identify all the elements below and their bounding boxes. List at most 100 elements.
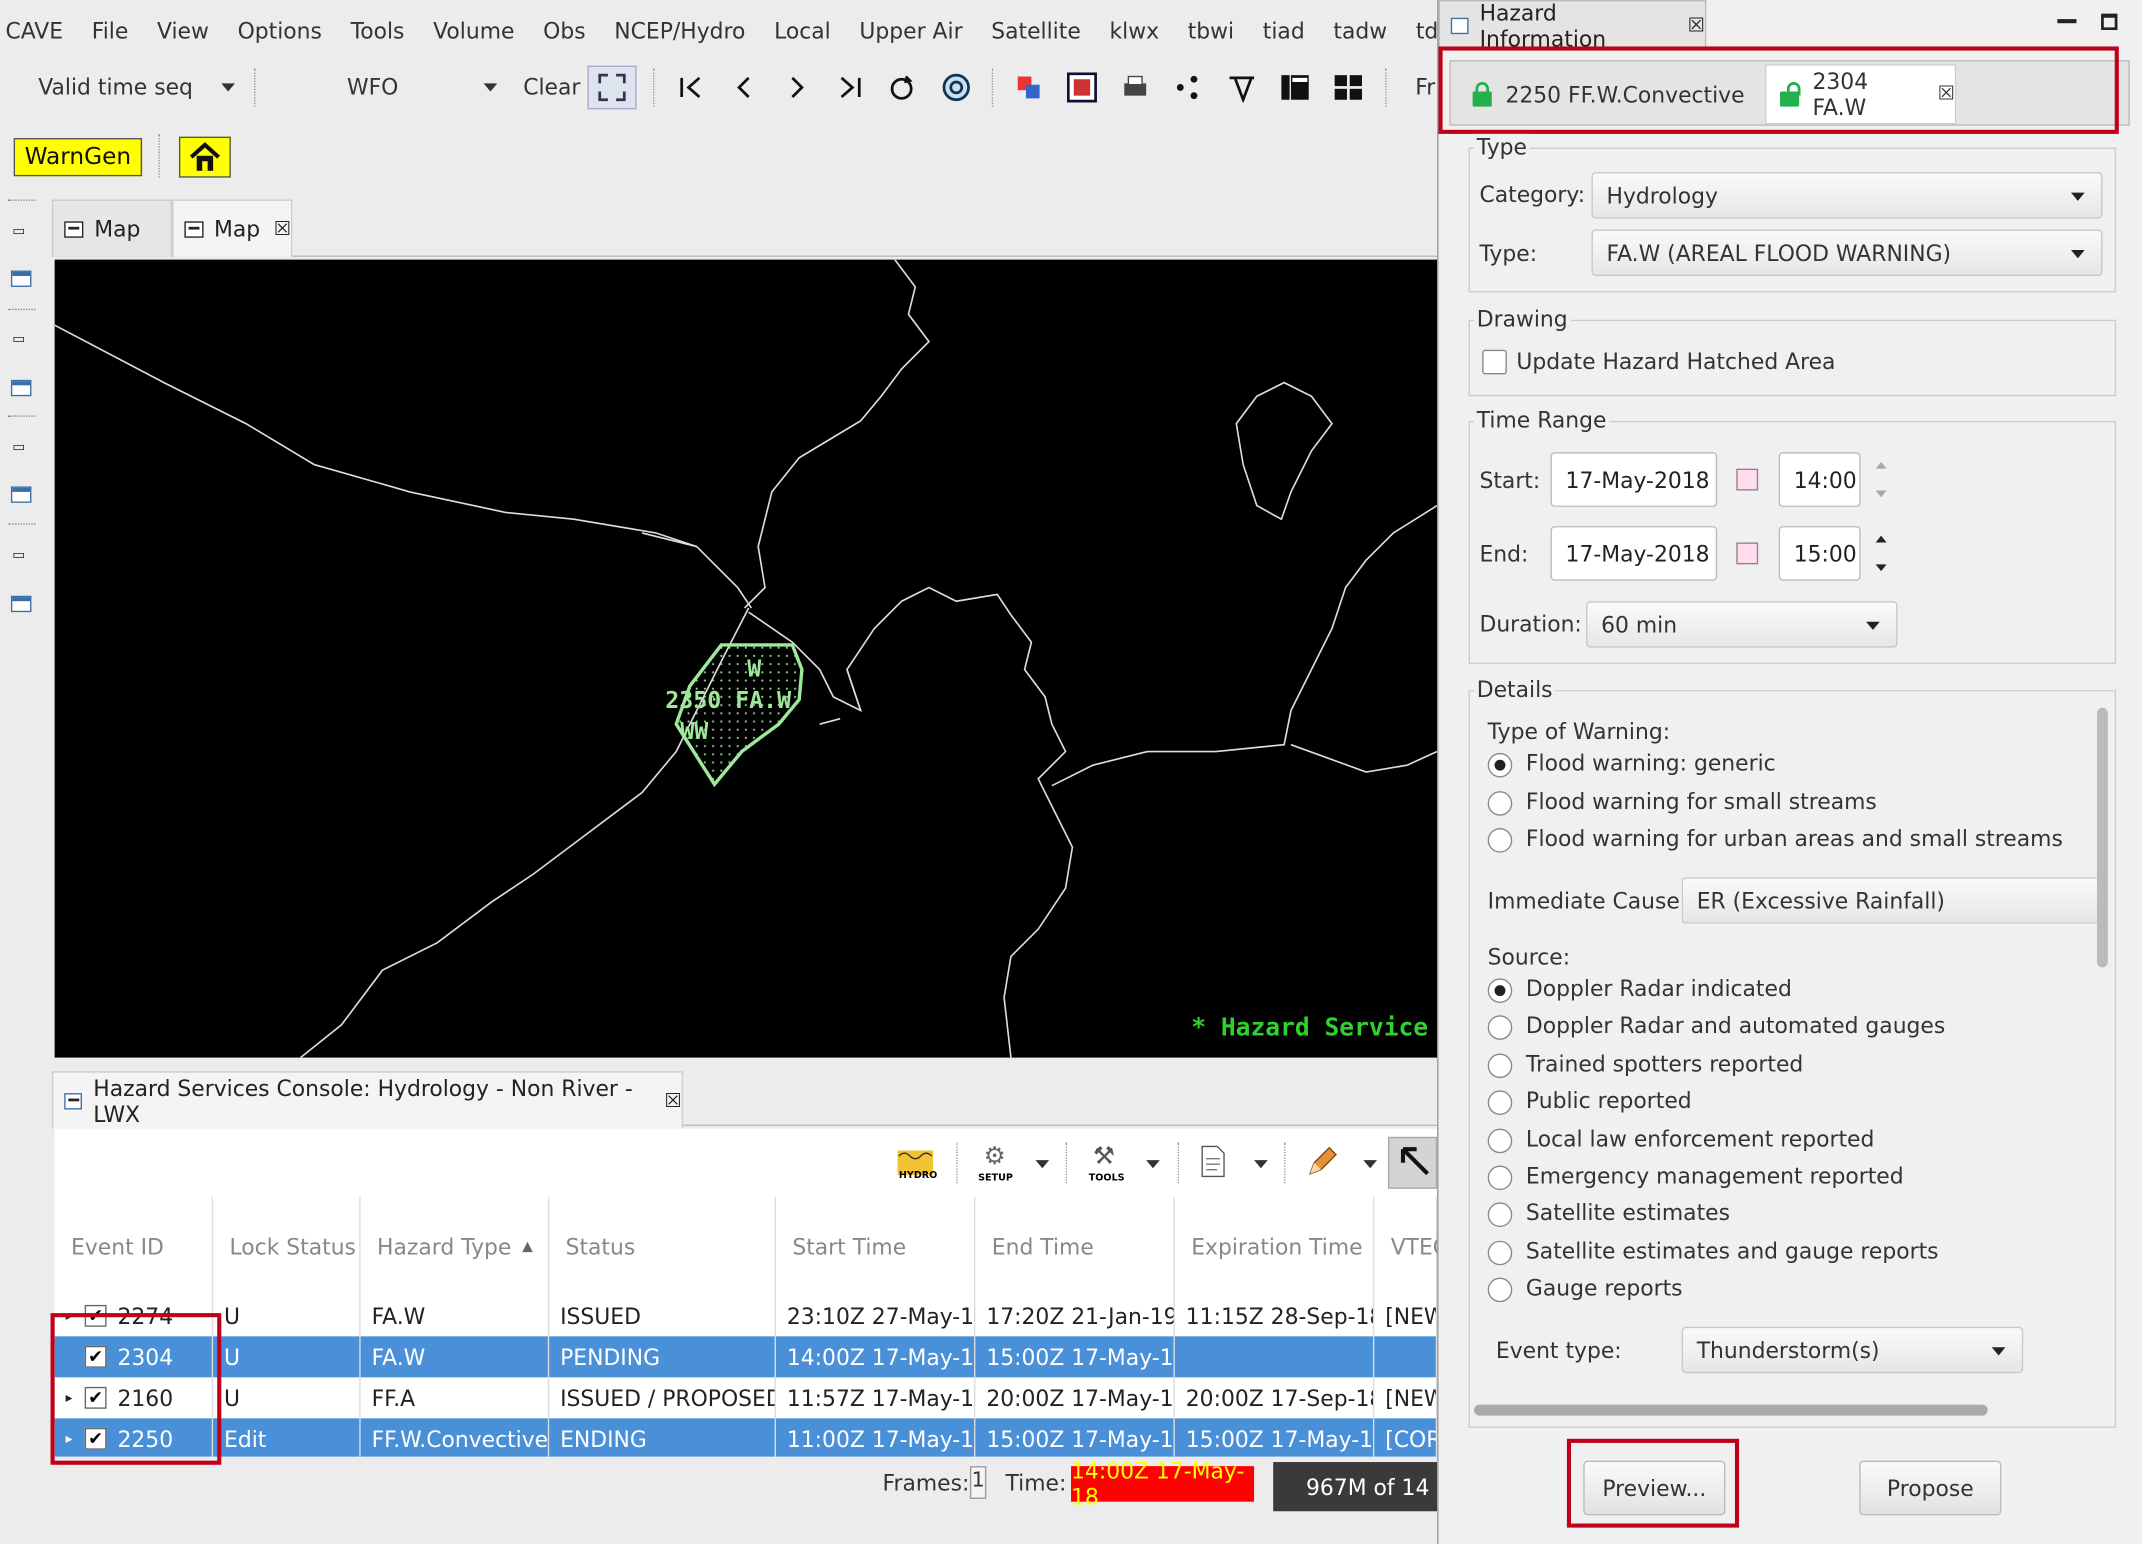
immediate-cause-select[interactable]: ER (Excessive Rainfall) [1681, 877, 2100, 924]
chevron-down-icon[interactable] [1363, 1160, 1378, 1169]
four-panel-button[interactable] [1329, 68, 1367, 106]
menu-item-volume[interactable]: Volume [433, 17, 514, 43]
chevron-down-icon[interactable] [1254, 1160, 1268, 1169]
restore-icon[interactable]: ▭ [12, 548, 25, 563]
hydro-icon[interactable]: HYDRO [896, 1142, 937, 1183]
full-extent-button[interactable] [587, 65, 637, 110]
minimize-icon[interactable] [2057, 19, 2077, 24]
baselines-button[interactable] [1223, 68, 1261, 106]
menu-item-view[interactable]: View [157, 17, 209, 43]
radio-button[interactable] [1487, 1202, 1513, 1228]
setup-button[interactable]: ⚙ SETUP [975, 1142, 1016, 1183]
restore-icon[interactable]: ▭ [12, 440, 25, 455]
start-time-field[interactable]: 14:00 [1778, 452, 1861, 507]
calendar-icon[interactable] [1736, 468, 1759, 491]
radio-button[interactable] [1487, 1053, 1513, 1078]
column-header[interactable]: Event ID [55, 1196, 214, 1296]
calendar-icon[interactable] [1736, 542, 1759, 565]
menu-item-local[interactable]: Local [774, 17, 831, 43]
radio-option[interactable]: Gauge reports [1487, 1275, 2062, 1305]
column-header[interactable]: Status [549, 1196, 776, 1296]
table-row[interactable]: ▸ ✔ 2250 Edit FF.W.Convective ENDING 11:00Z 17… [54, 1418, 1438, 1457]
valid-time-combo[interactable]: Valid time seq [38, 74, 193, 100]
menu-item-klwx[interactable]: klwx [1109, 17, 1159, 43]
menu-item-satellite[interactable]: Satellite [991, 17, 1081, 43]
restore-icon[interactable]: ▭ [12, 224, 25, 239]
menu-item-cave[interactable]: CAVE [5, 17, 63, 43]
radio-option[interactable]: Satellite estimates [1487, 1200, 2062, 1230]
points-button[interactable] [1169, 68, 1207, 106]
radio-option[interactable]: Trained spotters reported [1487, 1050, 2062, 1080]
tab-map-1[interactable]: Map [51, 199, 173, 257]
first-frame-button[interactable] [672, 68, 710, 106]
image-properties-button[interactable] [1063, 68, 1101, 106]
column-header[interactable]: VTEC [1374, 1196, 1438, 1296]
start-time-spinner[interactable] [1870, 452, 1892, 507]
loop-button[interactable] [883, 68, 921, 106]
window-icon[interactable] [10, 486, 32, 503]
radio-option[interactable]: Public reported [1487, 1088, 2062, 1118]
radio-option[interactable]: Emergency management reported [1487, 1163, 2062, 1193]
clear-button[interactable]: Clear [523, 74, 580, 100]
menu-item-tools[interactable]: Tools [351, 17, 405, 43]
end-time-field[interactable]: 15:00 [1778, 526, 1861, 581]
hazard-services-button[interactable] [178, 136, 231, 178]
chevron-down-icon[interactable] [221, 83, 235, 92]
radio-button[interactable] [1487, 828, 1513, 853]
radio-button[interactable] [1487, 978, 1513, 1003]
single-panel-button[interactable] [1276, 68, 1314, 106]
details-horizontal-scrollbar[interactable] [1474, 1404, 1988, 1416]
tab-hazard-information[interactable]: Hazard Information ☒ [1438, 0, 1707, 51]
menu-item-obs[interactable]: Obs [543, 17, 585, 43]
radio-option[interactable]: Satellite estimates and gauge reports [1487, 1238, 2062, 1268]
image-combination-button[interactable] [1010, 68, 1048, 106]
column-header[interactable]: Lock Status [213, 1196, 361, 1296]
window-icon[interactable] [10, 595, 32, 613]
radio-button[interactable] [1487, 1090, 1513, 1116]
radio-button[interactable] [1487, 1015, 1513, 1041]
close-icon[interactable]: ☒ [274, 218, 291, 240]
type-select[interactable]: FA.W (AREAL FLOOD WARNING) [1591, 229, 2103, 277]
table-row[interactable]: ✔ 2304 U FA.W PENDING 14:00Z 17-May-18 15:00Z … [54, 1336, 1438, 1378]
close-icon[interactable]: ☒ [1688, 14, 1705, 36]
column-header[interactable]: Hazard Type ▲ [361, 1196, 550, 1296]
menu-item-options[interactable]: Options [238, 17, 322, 43]
end-time-spinner[interactable] [1870, 526, 1892, 581]
details-vertical-scrollbar[interactable] [2096, 707, 2108, 968]
chevron-down-icon[interactable] [483, 83, 498, 92]
menu-item-tbwi[interactable]: tbwi [1188, 17, 1234, 43]
radio-button[interactable] [1487, 752, 1513, 778]
chevron-down-icon[interactable] [1035, 1160, 1050, 1169]
radio-button[interactable] [1487, 1240, 1513, 1266]
tab-hazard-console[interactable]: Hazard Services Console: Hydrology - Non… [51, 1071, 684, 1129]
menu-item-tiad[interactable]: tiad [1263, 17, 1305, 43]
tab-map-2[interactable]: Map ☒ [172, 199, 293, 257]
column-header[interactable]: End Time [975, 1196, 1175, 1296]
draw-button[interactable] [1306, 1145, 1339, 1178]
print-button[interactable] [1116, 68, 1154, 106]
menu-item-upper-air[interactable]: Upper Air [859, 17, 962, 43]
propose-button[interactable]: Propose [1859, 1460, 2002, 1516]
event-type-select[interactable]: Thunderstorm(s) [1681, 1326, 2024, 1374]
hazard-map-label[interactable]: 2350 FA.W [665, 687, 791, 714]
select-tool-button[interactable] [1387, 1136, 1438, 1189]
radio-button[interactable] [1487, 1277, 1513, 1303]
prev-frame-button[interactable] [725, 68, 763, 106]
wfo-combo[interactable]: WFO [347, 74, 398, 100]
start-date-field[interactable]: 17-May-2018 [1550, 452, 1718, 507]
tools-button[interactable]: ⚒ TOOLS [1085, 1142, 1126, 1183]
window-icon[interactable] [10, 379, 32, 397]
product-button[interactable] [1199, 1145, 1229, 1181]
radio-option[interactable]: Flood warning: generic [1487, 750, 2062, 780]
menu-item-file[interactable]: File [92, 17, 129, 43]
update-hatched-checkbox[interactable] [1482, 349, 1507, 375]
radio-option[interactable]: Doppler Radar indicated [1487, 976, 2062, 1006]
chevron-down-icon[interactable] [1146, 1160, 1160, 1169]
duration-select[interactable]: 60 min [1586, 601, 1898, 648]
map-display[interactable]: W 2350 FA.W WW * Hazard Service [54, 259, 1438, 1058]
radio-button[interactable] [1487, 790, 1513, 816]
window-icon[interactable] [10, 270, 32, 287]
radio-option[interactable]: Flood warning for urban areas and small … [1487, 825, 2063, 855]
radio-option[interactable]: Flood warning for small streams [1487, 788, 2062, 818]
radio-button[interactable] [1487, 1165, 1513, 1191]
